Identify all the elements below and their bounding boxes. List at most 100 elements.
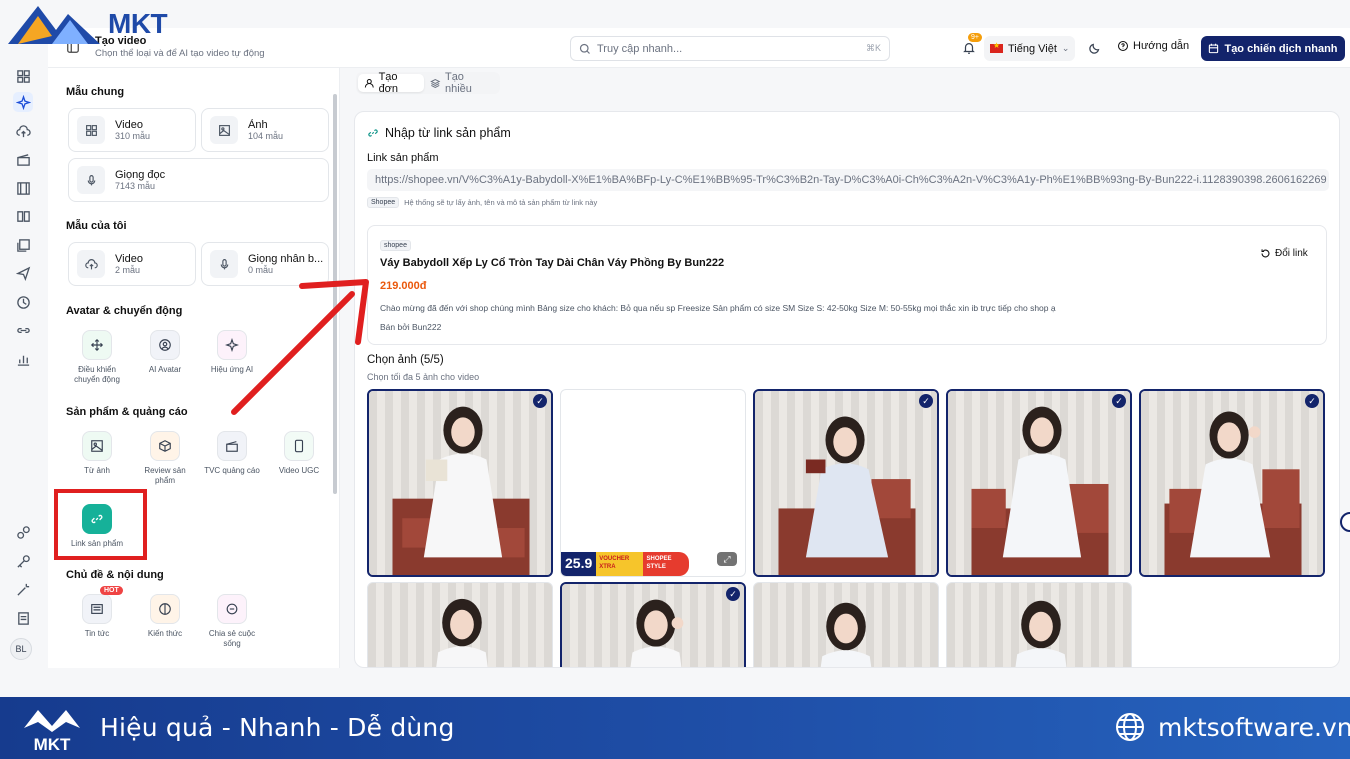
page-subtitle: Chọn thể loại và để AI tạo video tự động <box>95 48 265 59</box>
model-photo <box>778 416 916 575</box>
product-seller: Bán bởi Bun222 <box>380 322 442 332</box>
side-panel-handle[interactable] <box>1340 512 1350 532</box>
tile-label: Kiến thức <box>147 629 183 638</box>
magic-wand-icon[interactable] <box>13 579 33 599</box>
key-icon[interactable] <box>13 551 33 571</box>
link-hint: Shopee Hệ thống sẽ tự lấy ảnh, tên và mô… <box>367 197 597 208</box>
tab-multiple[interactable]: Tạo nhiều <box>424 71 498 95</box>
footer-website: mktsoftware.vn <box>1158 713 1350 742</box>
phone-icon <box>284 431 314 461</box>
template-card-voice[interactable]: Giọng đọc 7143 mẫu <box>68 158 329 202</box>
platform-chip: shopee <box>380 240 411 251</box>
tile-knowledge[interactable]: Kiến thức <box>134 594 196 639</box>
promo-tag-style: SHOPEE STYLE <box>643 552 689 576</box>
document-icon[interactable] <box>13 608 33 628</box>
model-photo <box>820 602 872 667</box>
product-image-1[interactable]: ✓ <box>367 389 553 577</box>
clock-icon[interactable] <box>13 292 33 312</box>
model-photo <box>436 598 488 667</box>
clapper-icon[interactable] <box>13 149 33 169</box>
upload-cloud-icon[interactable] <box>13 121 33 141</box>
product-image-5[interactable]: ✓ <box>1139 389 1325 577</box>
mode-tabs: Tạo đơn Tạo nhiều <box>356 71 500 95</box>
promo-tag: VOUCHER XTRA <box>596 552 644 576</box>
tile-ai-effects[interactable]: Hiệu ứng AI <box>201 330 263 375</box>
tile-news[interactable]: HOT Tin tức <box>66 586 128 639</box>
check-icon: ✓ <box>533 394 547 408</box>
product-link-input[interactable]: https://shopee.vn/V%C3%A1y-Babydoll-X%E1… <box>367 169 1329 191</box>
tab-single[interactable]: Tạo đơn <box>358 71 425 95</box>
card-name: Ảnh <box>248 119 268 131</box>
model-photo <box>630 599 684 667</box>
tile-label: TVC quảng cáo <box>204 466 260 475</box>
product-image-2[interactable]: 25.9 VOUCHER XTRA SHOPEE STYLE ⤢ <box>560 389 746 577</box>
panel-scrollbar[interactable] <box>333 94 337 494</box>
link-icon[interactable] <box>13 320 33 340</box>
hot-badge: HOT <box>100 586 123 595</box>
product-image-8[interactable] <box>753 582 939 667</box>
product-image-7[interactable]: ✓ <box>560 582 746 667</box>
tile-motion-control[interactable]: Điều khiển chuyển động <box>66 330 128 385</box>
gallery-icon[interactable] <box>13 235 33 255</box>
tile-ugc-video[interactable]: Video UGC <box>268 431 330 476</box>
language-label: Tiếng Việt <box>1008 42 1057 55</box>
image-icon <box>210 116 238 144</box>
mkt-footer-logo: MKT <box>24 710 80 752</box>
quick-campaign-button[interactable]: Tạo chiến dịch nhanh <box>1201 36 1345 61</box>
my-template-video[interactable]: Video 2 mẫu <box>68 242 196 286</box>
search-placeholder: Truy cập nhanh... <box>597 42 683 55</box>
tile-life-sharing[interactable]: Chia sẻ cuộc sống <box>201 594 263 649</box>
film-icon[interactable] <box>13 178 33 198</box>
link-icon <box>368 129 378 137</box>
tile-product-review[interactable]: Review sản phẩm <box>134 431 196 486</box>
cta-label: Tạo chiến dịch nhanh <box>1224 42 1338 55</box>
expand-icon[interactable]: ⤢ <box>717 552 737 566</box>
book-icon[interactable] <box>13 206 33 226</box>
card-count: 104 mẫu <box>248 131 284 141</box>
choose-images-title: Chọn ảnh (5/5) <box>367 354 444 366</box>
template-card-image[interactable]: Ảnh 104 mẫu <box>201 108 329 152</box>
product-image-6[interactable] <box>367 582 553 667</box>
language-select[interactable]: Tiếng Việt ⌄ <box>984 36 1076 61</box>
tile-label: Tin tức <box>84 629 110 638</box>
product-image-9[interactable] <box>946 582 1132 667</box>
promo-banner: 25.9 VOUCHER XTRA SHOPEE STYLE <box>561 552 689 576</box>
section-mine-title: Mẫu của tôi <box>66 220 127 232</box>
change-link-button[interactable]: Đổi link <box>1260 248 1308 259</box>
user-icon <box>364 78 374 88</box>
my-template-voice[interactable]: Giọng nhân b... 0 mẫu <box>201 242 329 286</box>
logo-text: MKT <box>108 8 168 39</box>
clapper-icon <box>217 431 247 461</box>
card-name: Giọng nhân b... <box>248 253 324 265</box>
dark-mode-icon[interactable] <box>1088 41 1102 55</box>
vietnam-flag-icon <box>990 41 1003 53</box>
tile-tvc-ad[interactable]: TVC quảng cáo <box>201 431 263 476</box>
dashboard-icon[interactable] <box>13 66 33 86</box>
chain-icon[interactable] <box>13 522 33 542</box>
user-avatar[interactable]: BL <box>10 638 32 660</box>
tile-ai-avatar[interactable]: AI Avatar <box>134 330 196 375</box>
product-info-box: shopee Váy Babydoll Xếp Ly Cổ Tròn Tay D… <box>367 225 1327 345</box>
template-card-video[interactable]: Video 310 mẫu <box>68 108 196 152</box>
layers-icon <box>430 78 441 88</box>
send-icon[interactable] <box>13 263 33 283</box>
product-image-3[interactable]: ✓ <box>753 389 939 577</box>
quick-search[interactable]: Truy cập nhanh... ⌘K <box>570 36 890 61</box>
bell-icon[interactable] <box>962 41 976 55</box>
calendar-icon <box>1209 43 1219 54</box>
microphone-icon <box>210 250 238 278</box>
tile-from-image[interactable]: Từ ảnh <box>66 431 128 476</box>
sparkle-icon[interactable] <box>13 92 33 112</box>
check-icon: ✓ <box>726 587 740 601</box>
tab-label: Tạo nhiều <box>444 71 472 95</box>
guide-link[interactable]: Hướng dẫn <box>1117 40 1189 52</box>
tile-label: Điều khiển chuyển động <box>74 365 120 384</box>
bar-chart-icon[interactable] <box>13 349 33 369</box>
grid-icon <box>77 116 105 144</box>
model-photo <box>971 406 1109 575</box>
shopee-chip: Shopee <box>367 197 400 208</box>
tile-label: Từ ảnh <box>84 466 110 475</box>
search-shortcut: ⌘K <box>865 43 881 53</box>
tile-label: Review sản phẩm <box>144 466 186 485</box>
product-image-4[interactable]: ✓ <box>946 389 1132 577</box>
